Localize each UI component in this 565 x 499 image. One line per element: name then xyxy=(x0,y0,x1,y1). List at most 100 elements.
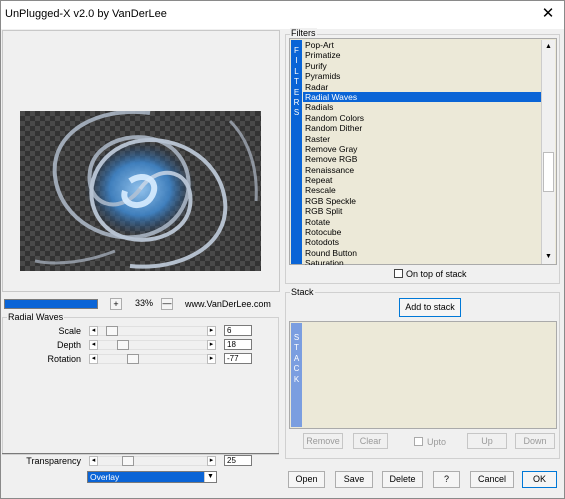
filter-list-item[interactable]: Pop-Art xyxy=(303,40,541,50)
transparency-value-field[interactable]: 25 xyxy=(224,455,252,466)
filter-list-item[interactable]: Rotodots xyxy=(303,237,541,247)
on-top-checkbox[interactable] xyxy=(394,269,403,278)
depth-value-field[interactable]: 18 xyxy=(224,339,252,350)
clear-button[interactable]: Clear xyxy=(353,433,388,449)
chevron-down-icon[interactable]: ▼ xyxy=(204,472,216,482)
scroll-down-icon[interactable]: ▼ xyxy=(544,252,553,261)
open-button[interactable]: Open xyxy=(288,471,325,488)
slider-thumb[interactable] xyxy=(117,340,130,350)
zoom-out-button[interactable]: — xyxy=(161,298,173,310)
zoom-in-button[interactable]: + xyxy=(110,298,122,310)
side-label-letter: S xyxy=(293,108,300,118)
scale-value-field[interactable]: 6 xyxy=(224,325,252,336)
filter-list-item[interactable]: Remove Gray xyxy=(303,144,541,154)
side-label-letter: C xyxy=(293,364,300,374)
slider-right-arrow-icon[interactable]: ▸ xyxy=(207,456,216,466)
filter-list-item[interactable]: Purify xyxy=(303,61,541,71)
filters-list[interactable]: Pop-Art Primatize Purify Pyramids Radar Radia… xyxy=(303,40,541,265)
filter-list-item[interactable]: Remove RGB xyxy=(303,154,541,164)
rotation-slider[interactable] xyxy=(98,354,207,364)
divider xyxy=(2,453,279,454)
preview-image[interactable] xyxy=(20,111,261,271)
side-label-letter: T xyxy=(294,77,299,87)
stack-side-label: STACK xyxy=(291,323,302,385)
preview-pane xyxy=(2,30,280,292)
stack-group-label: Stack xyxy=(290,287,315,297)
stack-side-tab: STACK xyxy=(291,323,302,427)
transparency-slider[interactable] xyxy=(98,456,207,466)
slider-label: Depth xyxy=(56,340,81,350)
upto-checkbox[interactable] xyxy=(414,437,423,446)
slider-left-arrow-icon[interactable]: ◂ xyxy=(89,354,98,364)
filter-list-item[interactable]: RGB Speckle xyxy=(303,196,541,206)
slider-left-arrow-icon[interactable]: ◂ xyxy=(89,340,98,350)
slider-left-arrow-icon[interactable]: ◂ xyxy=(89,456,98,466)
filter-list-item[interactable]: Radials xyxy=(303,102,541,112)
rotation-value-field[interactable]: -77 xyxy=(224,353,252,364)
vanderlee-link[interactable]: www.VanDerLee.com xyxy=(185,299,271,309)
filter-list-item[interactable]: Saturation xyxy=(303,258,541,265)
slider-right-arrow-icon[interactable]: ▸ xyxy=(207,354,216,364)
filters-scrollbar[interactable]: ▲ ▼ xyxy=(541,40,555,264)
stack-list[interactable] xyxy=(289,321,557,429)
blend-mode-select[interactable]: Overlay ▼ xyxy=(87,471,217,483)
slider-label: Scale xyxy=(58,326,81,336)
side-label-letter: A xyxy=(293,353,300,363)
filter-list-item[interactable]: Radial Waves xyxy=(303,91,541,103)
side-label-letter: T xyxy=(294,343,299,353)
help-button[interactable]: ? xyxy=(433,471,460,488)
app-window: UnPlugged-X v2.0 by VanDerLee ✕ + 33% — … xyxy=(0,0,565,499)
window-title: UnPlugged-X v2.0 by VanDerLee xyxy=(5,8,167,20)
blend-mode-value: Overlay xyxy=(90,472,120,482)
filter-list-item[interactable]: Primatize xyxy=(303,50,541,60)
filter-list-item[interactable]: Renaissance xyxy=(303,165,541,175)
ok-button[interactable]: OK xyxy=(522,471,557,488)
filter-list-item[interactable]: Round Button xyxy=(303,248,541,258)
slider-thumb[interactable] xyxy=(105,326,118,336)
slider-label: Rotation xyxy=(47,354,81,364)
slider-right-arrow-icon[interactable]: ▸ xyxy=(207,326,216,336)
slider-right-arrow-icon[interactable]: ▸ xyxy=(207,340,216,350)
up-button[interactable]: Up xyxy=(467,433,507,449)
zoom-level: 33% xyxy=(134,298,153,308)
render-progress-bar xyxy=(4,299,98,309)
filter-list-item[interactable]: Rotate xyxy=(303,217,541,227)
add-to-stack-button[interactable]: Add to stack xyxy=(399,298,461,317)
params-group xyxy=(2,317,279,455)
filters-group-label: Filters xyxy=(290,28,317,38)
scroll-up-icon[interactable]: ▲ xyxy=(544,42,553,51)
side-label-letter: F xyxy=(294,46,299,55)
side-label-letter: L xyxy=(294,66,299,76)
save-button[interactable]: Save xyxy=(335,471,373,488)
slider-thumb[interactable] xyxy=(127,354,140,364)
delete-button[interactable]: Delete xyxy=(382,471,423,488)
filter-list-item[interactable]: RGB Split xyxy=(303,206,541,216)
scroll-thumb[interactable] xyxy=(543,152,554,192)
params-group-label: Radial Waves xyxy=(7,312,65,322)
slider-label: Transparency xyxy=(26,456,81,466)
filter-list-item[interactable]: Random Dither xyxy=(303,123,541,133)
upto-label: Upto xyxy=(427,437,447,447)
on-top-label: On top of stack xyxy=(406,269,467,279)
filter-list-item[interactable]: Radar xyxy=(303,82,541,92)
remove-button[interactable]: Remove xyxy=(303,433,343,449)
filter-list-item[interactable]: Random Colors xyxy=(303,113,541,123)
filter-list-item[interactable]: Rotocube xyxy=(303,227,541,237)
filters-side-tab: FILTERS xyxy=(291,40,302,264)
filter-list-item[interactable]: Pyramids xyxy=(303,71,541,81)
side-label-letter: S xyxy=(293,333,300,342)
side-label-letter: K xyxy=(293,374,300,384)
filter-list-item[interactable]: Rescale xyxy=(303,185,541,195)
close-icon[interactable]: ✕ xyxy=(540,6,556,22)
side-label-letter: I xyxy=(295,56,298,66)
side-label-letter: E xyxy=(293,87,300,97)
slider-thumb[interactable] xyxy=(122,456,135,466)
filter-list-item[interactable]: Repeat xyxy=(303,175,541,185)
down-button[interactable]: Down xyxy=(515,433,555,449)
depth-slider[interactable] xyxy=(98,340,207,350)
title-bar: UnPlugged-X v2.0 by VanDerLee ✕ xyxy=(1,1,564,29)
cancel-button[interactable]: Cancel xyxy=(470,471,514,488)
filters-side-label: FILTERS xyxy=(291,40,302,119)
filter-list-item[interactable]: Raster xyxy=(303,134,541,144)
slider-left-arrow-icon[interactable]: ◂ xyxy=(89,326,98,336)
